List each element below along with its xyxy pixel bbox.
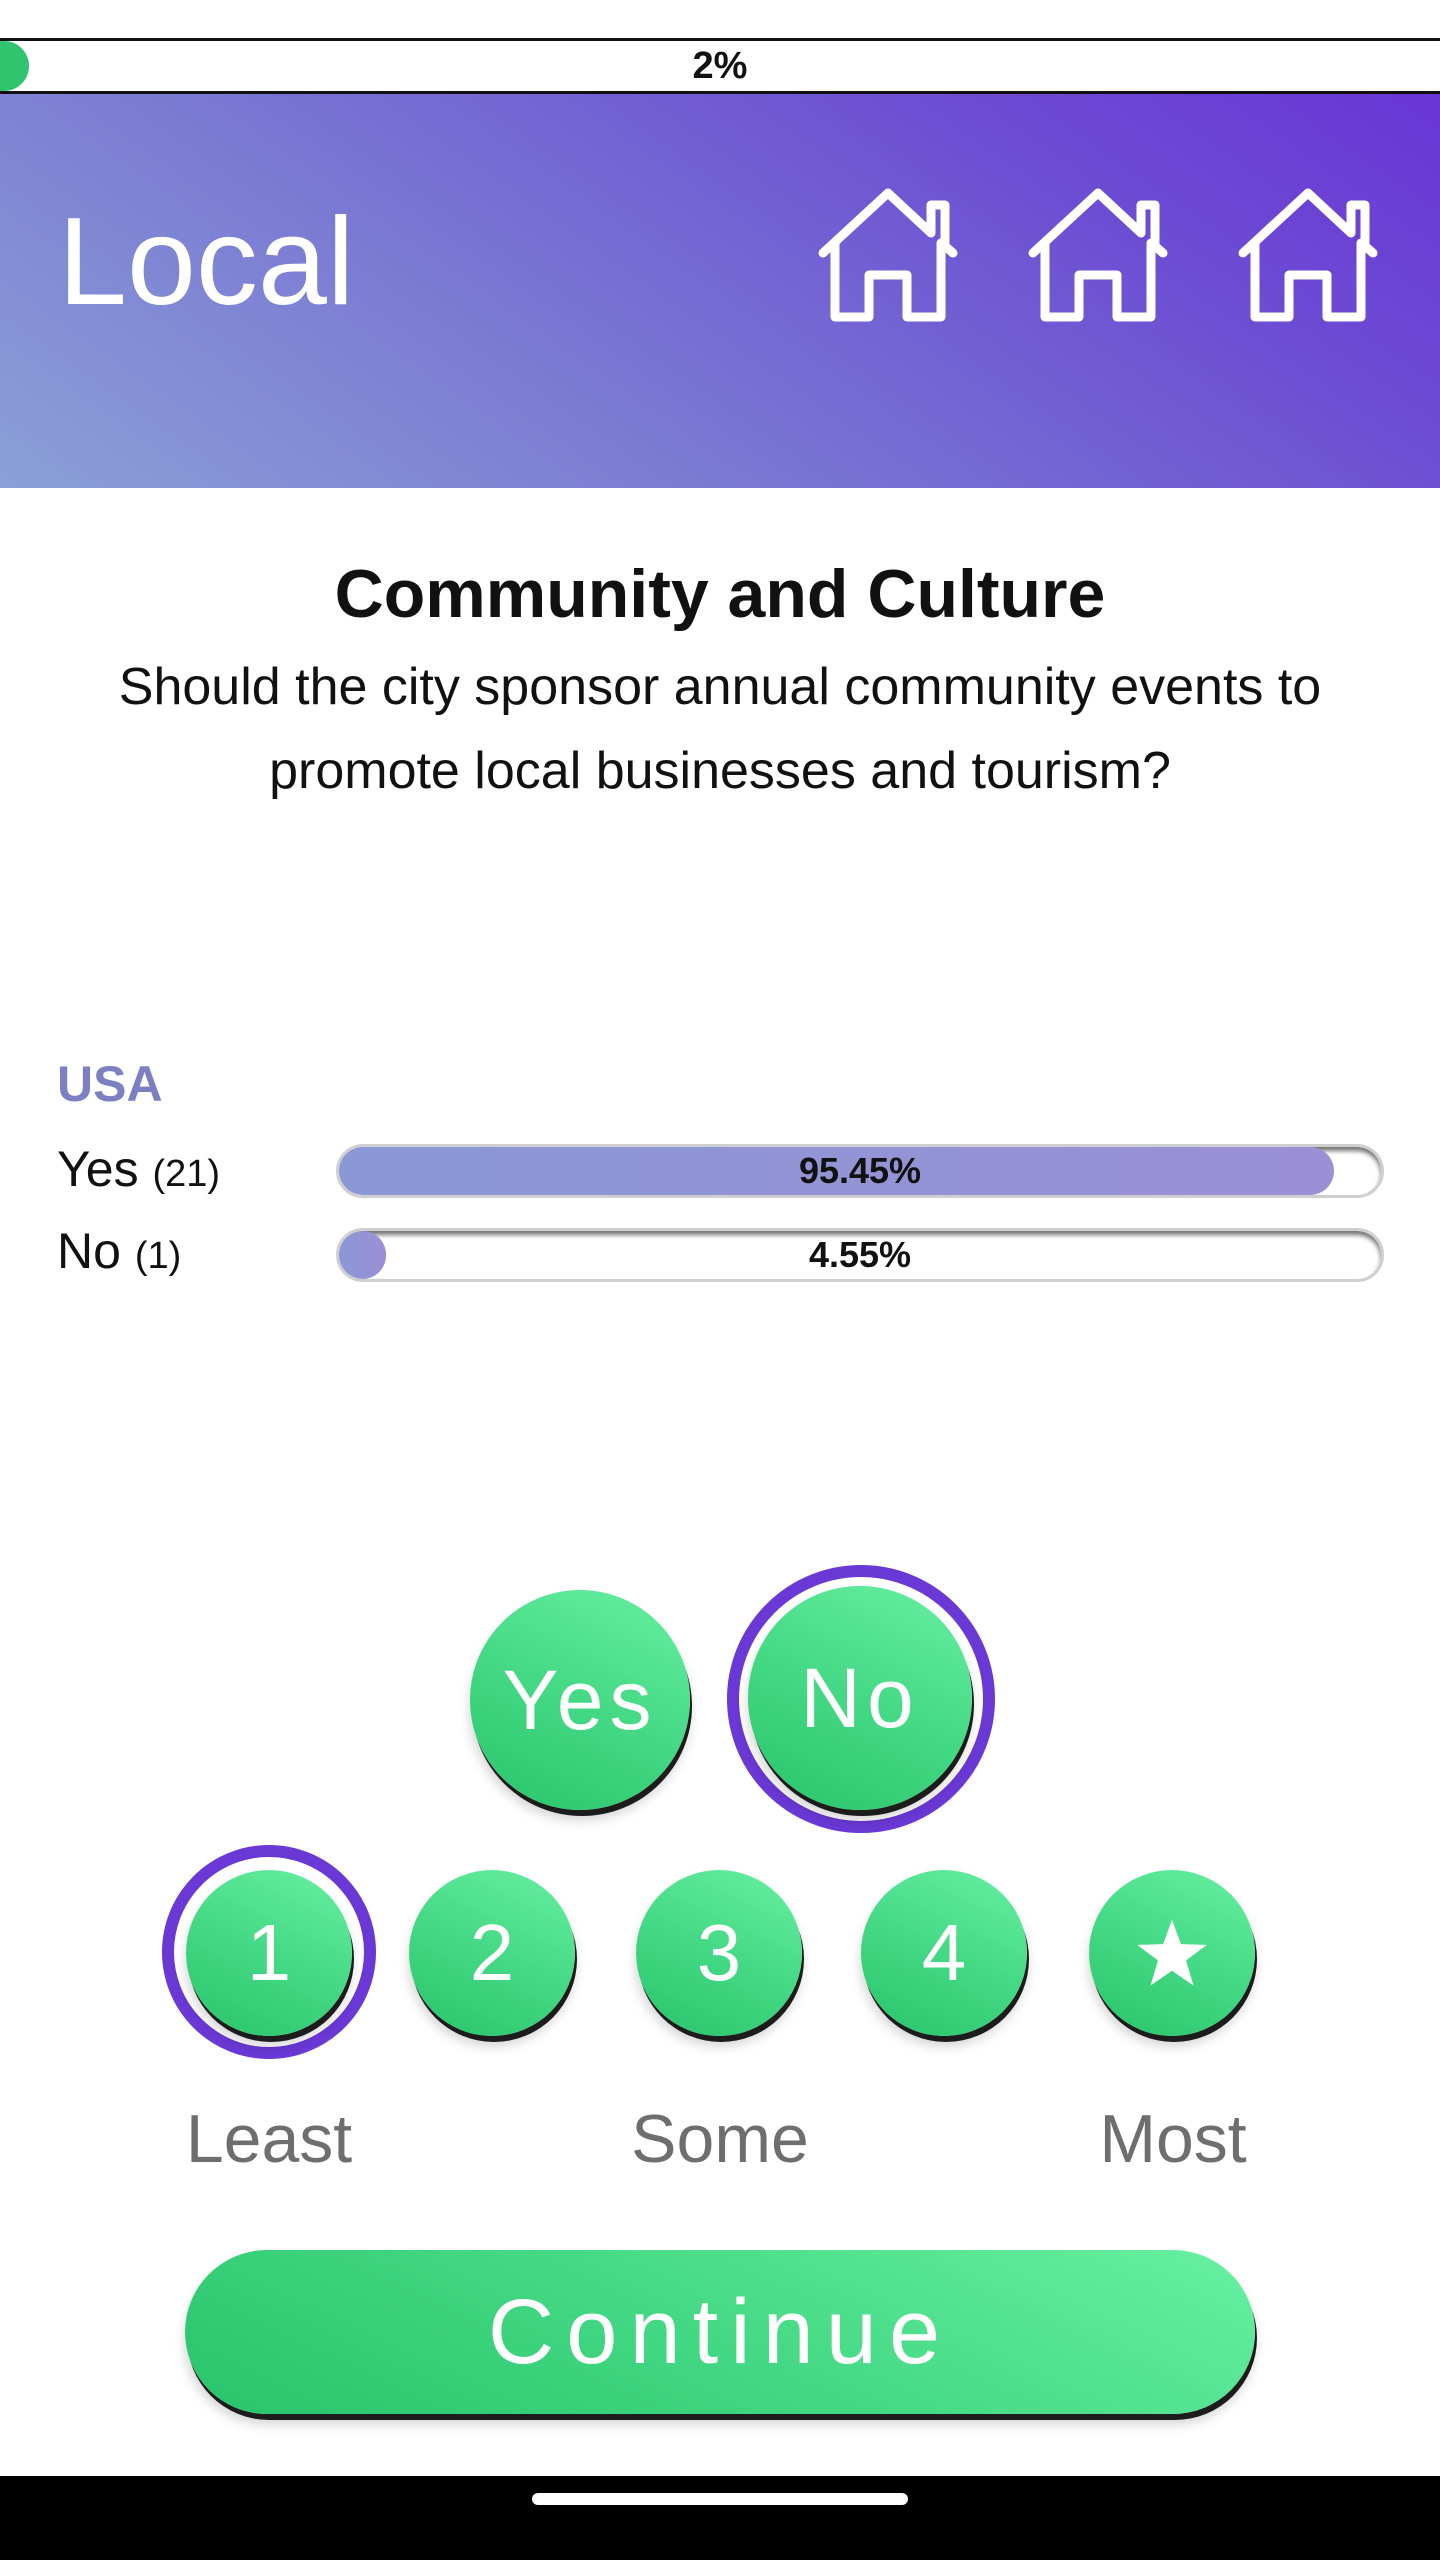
house-icon[interactable]	[1233, 185, 1383, 325]
scale-label-least: Least	[185, 2101, 353, 2177]
rating-3-button[interactable]: 3	[636, 1870, 802, 2036]
result-yes-label: Yes (21)	[57, 1140, 220, 1198]
question-category: Community and Culture	[334, 556, 1106, 632]
continue-button[interactable]: Continue	[185, 2250, 1255, 2414]
result-yes-bar: 95.45%	[336, 1144, 1384, 1198]
result-no-count: (1)	[134, 1235, 182, 1277]
results-region-label: USA	[57, 1056, 163, 1112]
house-icon[interactable]	[813, 185, 963, 325]
result-yes-text: Yes	[57, 1141, 139, 1197]
result-yes-percent: 95.45%	[798, 1150, 922, 1191]
result-yes-count: (21)	[152, 1153, 221, 1195]
home-indicator[interactable]	[532, 2493, 908, 2505]
result-no-label: No (1)	[57, 1222, 181, 1280]
system-nav-bar	[0, 2476, 1440, 2560]
rating-4-button[interactable]: 4	[861, 1870, 1027, 2036]
question-text: Should the city sponsor annual community…	[118, 658, 1322, 800]
result-no-text: No	[57, 1223, 121, 1279]
scale-label-most: Most	[1099, 2101, 1247, 2177]
rating-1-button[interactable]: 1	[186, 1870, 352, 2036]
result-no-bar: 4.55%	[336, 1228, 1384, 1282]
survey-progress-bar: 2%	[0, 38, 1440, 94]
survey-progress-label: 2%	[692, 44, 748, 87]
scale-label-some: Some	[631, 2101, 809, 2177]
page-title: Local	[58, 193, 355, 331]
house-icon[interactable]	[1023, 185, 1173, 325]
rating-2-button[interactable]: 2	[409, 1870, 575, 2036]
rating-star-button[interactable]	[1089, 1870, 1255, 2036]
result-no-percent: 4.55%	[808, 1234, 912, 1275]
answer-yes-button[interactable]: Yes	[470, 1590, 690, 1810]
answer-no-button[interactable]: No	[748, 1586, 972, 1810]
star-icon	[1137, 1919, 1207, 1986]
